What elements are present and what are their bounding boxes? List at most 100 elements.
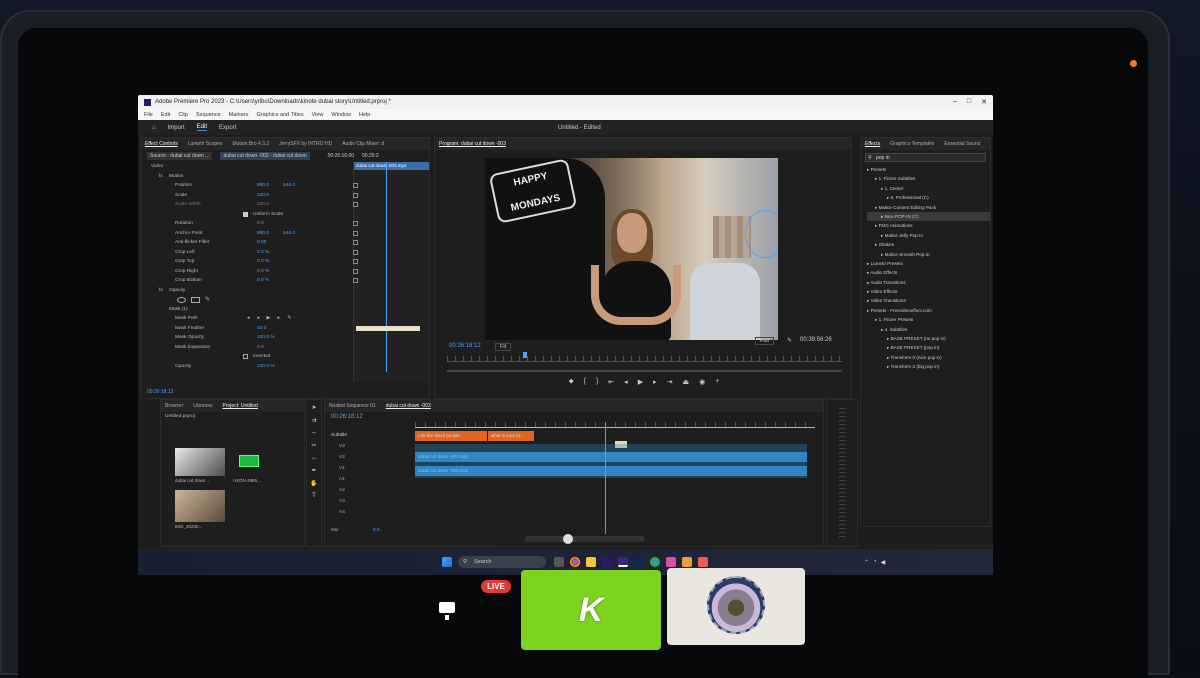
export-frame-icon[interactable]: ◉	[699, 378, 705, 386]
lift-icon[interactable]: ⏏	[682, 378, 689, 386]
menu-help[interactable]: Help	[359, 112, 370, 118]
effects-tree-item[interactable]: ▸ Audio Transitions	[867, 278, 990, 287]
play-icon[interactable]: ▶	[638, 378, 643, 386]
add-button-icon[interactable]: +	[715, 378, 719, 386]
effects-tree-item[interactable]: ▸ 1. Finzer Subtitles	[867, 174, 990, 183]
effects-tree-item[interactable]: ▸ Malice Jelly Pop In	[867, 231, 990, 240]
tab-effect-controls[interactable]: Effect Controls	[145, 141, 178, 147]
video-frame[interactable]: HAPPY MONDAYS	[485, 158, 778, 340]
program-playhead[interactable]	[523, 352, 527, 358]
timeline-ruler[interactable]	[415, 422, 815, 428]
tab-essential-sound[interactable]: Essential Sound	[944, 141, 980, 147]
app-icon-2[interactable]	[682, 557, 692, 567]
mask-path[interactable]: Mask Path ◂ ◂ ▶ ▸ ✎	[147, 314, 429, 324]
track-label[interactable]: A2	[339, 488, 345, 493]
prop-crop-right[interactable]: Crop Right 0.0 %	[147, 267, 429, 277]
volume-icon[interactable]: ◀	[881, 559, 886, 566]
home-icon[interactable]: ⌂	[152, 125, 156, 131]
ec-timecode[interactable]: 00:26:18:12	[147, 389, 173, 395]
mask-expansion[interactable]: Mask Expansion 0.0	[147, 343, 429, 353]
mask-inverted[interactable]: Inverted	[147, 352, 429, 362]
effects-tree-item[interactable]: ▸ Presets	[867, 165, 990, 174]
marker-icon[interactable]: ⬥	[569, 378, 574, 386]
app-icon[interactable]	[666, 557, 676, 567]
menu-window[interactable]: Window	[331, 112, 351, 118]
chrome-icon-2[interactable]	[650, 557, 660, 567]
tab-nested-sequence[interactable]: Nested Sequence 01	[329, 403, 376, 409]
section-opacity[interactable]: fx Opacity	[147, 286, 429, 296]
effects-tree-item[interactable]: ▸ Malice Smooth Pop In	[867, 250, 990, 259]
chevron-up-icon[interactable]: ⌃	[864, 559, 869, 566]
photoshop-icon[interactable]	[634, 557, 644, 567]
effects-tree-item[interactable]: ▸ Transform 2 (big pop in)	[867, 362, 990, 371]
track-label[interactable]: V3	[339, 444, 345, 449]
thumb-clip-1[interactable]	[175, 448, 225, 476]
mask-1[interactable]: Mask (1)	[147, 305, 429, 315]
menu-sequence[interactable]: Sequence	[196, 112, 221, 118]
menu-edit[interactable]: Edit	[161, 112, 170, 118]
app-icon-3[interactable]	[698, 557, 708, 567]
close-button[interactable]: ✕	[981, 98, 987, 106]
menu-markers[interactable]: Markers	[229, 112, 249, 118]
zoom-scrollbar[interactable]	[447, 370, 842, 372]
tab-audio-clip-mixer[interactable]: Audio Clip Mixer: d	[342, 141, 384, 147]
tab-dubai-sequence[interactable]: dubai cut down -003	[386, 403, 431, 409]
chrome-icon[interactable]	[570, 557, 580, 567]
effects-tree-item[interactable]: ▸ BASE PRESET (pop in)	[867, 343, 990, 352]
effects-tree-item[interactable]: ▸ Video Effects	[867, 287, 990, 296]
tab-effects[interactable]: Effects	[865, 141, 880, 147]
tab-import[interactable]: Import	[168, 125, 185, 131]
effects-tree-item[interactable]: ▸ FMG Animations	[867, 221, 990, 230]
mask-shape-tools[interactable]: ✎	[147, 295, 429, 305]
thumb-audio-icon[interactable]	[239, 455, 259, 467]
effects-tree-item[interactable]: ▸ 1. Finzer Presets	[867, 315, 990, 324]
caption-clip-2[interactable]: what is your pr...	[488, 431, 534, 441]
minimize-button[interactable]: –	[953, 98, 957, 106]
mask-outline[interactable]	[745, 210, 778, 258]
menu-view[interactable]: View	[312, 112, 324, 118]
source-label[interactable]: Source - dubai cut down ...	[147, 152, 213, 160]
slip-tool-icon[interactable]: ↔	[311, 455, 317, 461]
effects-tree-item[interactable]: ▸ Audio Effects	[867, 268, 990, 277]
effects-tree-item[interactable]: ▸ Nice POP-IN (C)	[867, 211, 990, 222]
prop-crop-left[interactable]: Crop Left 0.0 %	[147, 248, 429, 258]
ripple-edit-icon[interactable]: ⇔	[311, 430, 317, 436]
tab-browser[interactable]: Browser	[165, 403, 183, 409]
network-icon[interactable]: ◔	[873, 559, 877, 566]
effects-tree-item[interactable]: ▸ 5. Professional (C)	[867, 193, 990, 202]
timeline-playhead[interactable]	[605, 422, 606, 534]
track-label[interactable]: A3	[339, 499, 345, 504]
hand-tool-icon[interactable]: ✋	[310, 480, 317, 487]
track-label[interactable]: A4	[339, 510, 345, 515]
tab-libraries[interactable]: Libraries	[193, 403, 212, 409]
mask-feather[interactable]: Mask Feather 10.0	[147, 324, 429, 334]
track-label[interactable]: A1	[339, 477, 345, 482]
effects-tree-item[interactable]: ▸ 1. Center	[867, 184, 990, 193]
program-title[interactable]: Program: dubai cut down -003	[439, 141, 506, 147]
prop-opacity[interactable]: Opacity 100.0 %	[147, 362, 429, 372]
effects-search-input[interactable]: ⚲ pop in	[865, 153, 986, 162]
timeline-timecode[interactable]: 00:26:18:12	[331, 414, 363, 420]
caption-clip-1[interactable]: i do like black people	[415, 431, 487, 441]
effects-tree-item[interactable]: ▸ 4. Subtitles	[867, 325, 990, 334]
step-back-icon[interactable]: ◂	[624, 378, 628, 386]
prop-crop-top[interactable]: Crop Top 0.0 %	[147, 257, 429, 267]
track-label[interactable]: V1	[339, 466, 345, 471]
type-tool-icon[interactable]: T	[312, 493, 316, 499]
presenter-icon[interactable]	[436, 600, 458, 622]
tab-edit[interactable]: Edit	[196, 124, 207, 131]
prop-anchor-point[interactable]: Anchor Point 960.0 540.0	[147, 229, 429, 239]
prop-rotation[interactable]: Rotation 0.0	[147, 219, 429, 229]
prop-scale[interactable]: Scale 100.0	[147, 191, 429, 201]
timeline-scrollbar[interactable]	[525, 534, 645, 544]
kick-logo-tile[interactable]: K	[521, 570, 661, 650]
quality-dropdown[interactable]: Full	[755, 337, 774, 345]
selection-tool-icon[interactable]: ➤	[311, 404, 316, 411]
go-to-in-icon[interactable]: ⇤	[608, 378, 614, 386]
windows-start-icon[interactable]	[442, 557, 452, 567]
prop-scale-width[interactable]: Scale Width 100.0	[147, 200, 429, 210]
menu-file[interactable]: File	[144, 112, 153, 118]
uniform-scale-checkbox[interactable]	[243, 211, 248, 217]
go-to-out-icon[interactable]: ⇥	[667, 378, 673, 386]
track-label[interactable]: V2	[339, 455, 345, 460]
